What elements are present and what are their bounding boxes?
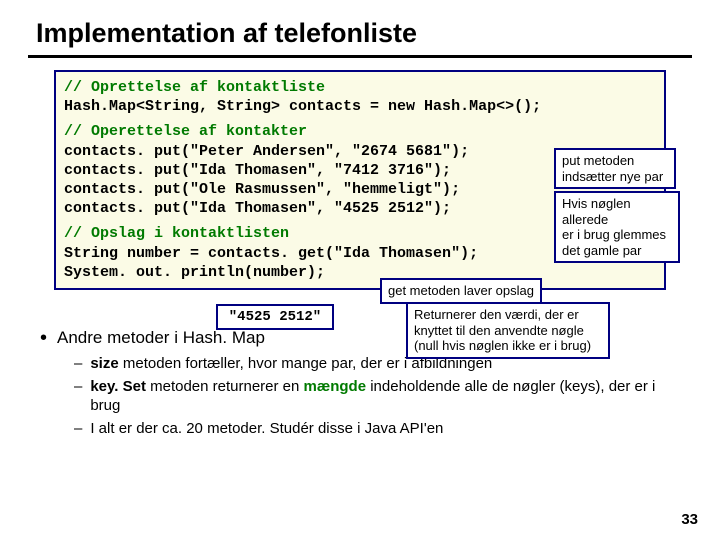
bullet-sub-text: I alt er der ca. 20 metoder. Studér diss… — [90, 419, 443, 438]
method-name: key. Set — [90, 378, 146, 395]
value-callout: "4525 2512" — [216, 304, 334, 330]
annotation-get: get metoden laver opslag — [380, 278, 542, 304]
annot-text: get metoden laver opslag — [388, 283, 534, 298]
title-rule — [28, 55, 692, 58]
slide-title: Implementation af telefonliste — [0, 0, 720, 55]
bullet-sub: – I alt er der ca. 20 metoder. Studér di… — [74, 419, 680, 438]
annot-text: put metoden — [562, 153, 634, 168]
code-line: System. out. println(number); — [64, 263, 656, 282]
annot-text: det gamle par — [562, 243, 642, 258]
annot-text: knyttet til den anvendte nøgle — [414, 323, 584, 338]
dash-icon: – — [74, 419, 82, 438]
code-comment: // Oprettelse af kontaktliste — [64, 78, 656, 97]
annotation-return: Returnerer den værdi, der er knyttet til… — [406, 302, 610, 359]
page-number: 33 — [681, 511, 698, 528]
dash-icon: – — [74, 354, 82, 373]
dash-icon: – — [74, 377, 82, 396]
annot-text: (null hvis nøglen ikke er i brug) — [414, 338, 591, 353]
keyword: mængde — [304, 378, 367, 395]
code-comment: // Operettelse af kontakter — [64, 122, 656, 141]
method-name: size — [90, 355, 118, 372]
bullet-dot-icon: • — [40, 328, 47, 348]
bullet-top-text: Andre metoder i Hash. Map — [57, 328, 265, 348]
annotation-put-overwrite: Hvis nøglen allerede er i brug glemmes d… — [554, 191, 680, 263]
bullet-sub: – key. Set metoden returnerer en mængde … — [74, 377, 680, 415]
annot-text: er i brug glemmes — [562, 227, 666, 242]
bullet-sub-text: key. Set metoden returnerer en mængde in… — [90, 377, 680, 415]
annot-text: indsætter nye par — [562, 169, 663, 184]
code-line: Hash.Map<String, String> contacts = new … — [64, 97, 656, 116]
annot-text: Hvis nøglen allerede — [562, 196, 631, 227]
annotation-put: put metoden indsætter nye par — [554, 148, 676, 189]
annot-text: Returnerer den værdi, der er — [414, 307, 579, 322]
